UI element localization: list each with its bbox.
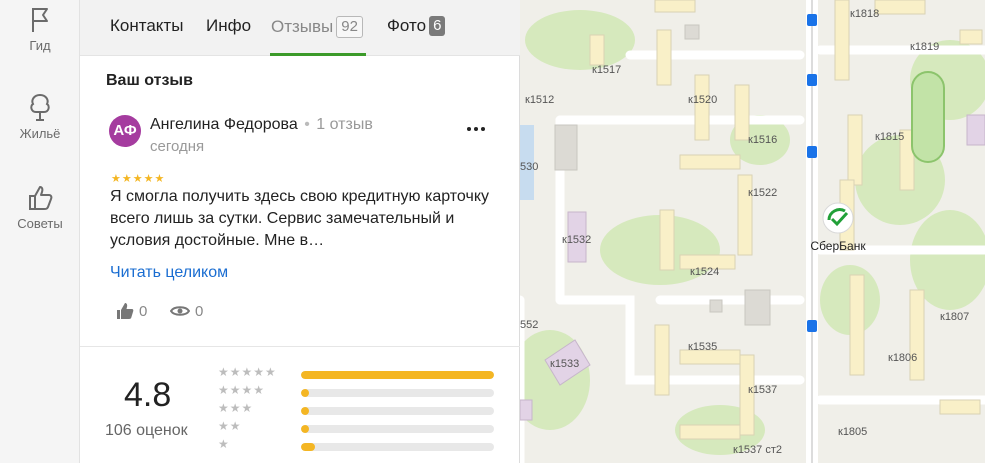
rating-bar-fill [301, 371, 494, 379]
more-options-button[interactable] [462, 114, 490, 142]
rating-row-stars: ★★★ [218, 401, 254, 415]
rating-row: ★ [218, 437, 508, 454]
rating-bar-fill [301, 389, 309, 397]
divider [80, 346, 520, 347]
likes-count: 0 [139, 302, 148, 320]
rating-row: ★★★★ [218, 383, 508, 400]
thumbs-up-icon [117, 303, 134, 319]
rating-row-stars: ★★★★★ [218, 365, 277, 379]
stadium [911, 71, 945, 163]
photos-count-badge: 6 [429, 16, 446, 36]
eye-icon [170, 306, 190, 316]
like-button[interactable]: 0 [116, 300, 147, 322]
read-more-link[interactable]: Читать целиком [110, 264, 228, 282]
rating-value: 4.8 [124, 376, 172, 414]
review-date: сегодня [150, 138, 205, 155]
flag-icon [32, 8, 48, 32]
author-review-count: 1 отзыв [316, 116, 373, 133]
rail-item-label: Жильё [19, 126, 61, 141]
views-count: 0 [195, 302, 204, 320]
building-label: к1520 [688, 94, 717, 106]
building-label: 552 [520, 319, 538, 331]
review-author: Ангелина Федорова • 1 отзыв [150, 116, 373, 133]
rating-bar-track [301, 389, 494, 397]
building-label: к1533 [550, 358, 579, 370]
rail-item-label: Советы [17, 216, 63, 231]
building-label: к1517 [592, 64, 621, 76]
building-label: к1516 [748, 134, 777, 146]
rating-row-stars: ★★ [218, 419, 242, 433]
tab-info[interactable]: Инфо [206, 16, 251, 36]
tab-photos[interactable]: Фото 6 [387, 16, 446, 36]
rating-row-stars: ★ [218, 437, 230, 451]
tab-reviews[interactable]: Отзывы 92 [271, 16, 363, 38]
author-name[interactable]: Ангелина Федорова [150, 116, 298, 133]
building-label: к1806 [888, 352, 917, 364]
review-stars: ★★★★★ [111, 173, 166, 185]
active-tab-indicator [270, 53, 366, 56]
rail-item-housing[interactable]: Жильё [0, 92, 80, 141]
building-label: к1815 [875, 131, 904, 143]
rail-item-label: Гид [29, 38, 51, 53]
rating-bar-track [301, 371, 494, 379]
building-label: к1805 [838, 426, 867, 438]
rating-count-label: 106 оценок [105, 422, 188, 439]
rating-bar-track [301, 407, 494, 415]
review-text: Я смогла получить здесь свою кредитную к… [110, 188, 489, 249]
rating-bar-track [301, 425, 494, 433]
left-rail: Гид Жильё Советы [0, 0, 80, 463]
building-label: 530 [520, 161, 538, 173]
building-label: к1537 [748, 384, 777, 396]
more-dots-icon [467, 127, 485, 131]
rail-item-guide[interactable]: Гид [0, 6, 80, 53]
building-label: к1524 [690, 266, 719, 278]
building-label: к1818 [850, 8, 879, 20]
views-indicator: 0 [170, 300, 203, 322]
rating-row: ★★★ [218, 401, 508, 418]
tab-contacts[interactable]: Контакты [110, 16, 183, 36]
building-label: к1807 [940, 311, 969, 323]
organization-panel: Контакты Инфо Отзывы 92 Фото 6 Ваш отзыв А… [80, 0, 520, 463]
tabs-bar: Контакты Инфо Отзывы 92 Фото 6 [80, 0, 520, 56]
rating-bar-fill [301, 425, 309, 433]
rating-bar-fill [301, 443, 315, 451]
rating-row: ★★ [218, 419, 508, 436]
sberbank-label: СберБанк [810, 239, 866, 253]
building-label: к1532 [562, 234, 591, 246]
building-label: к1522 [748, 187, 777, 199]
section-title: Ваш отзыв [106, 72, 193, 89]
map-canvas[interactable]: к1818 к1819 к1517 к1512 к1520 к1516 к1815 530 к1… [520, 0, 985, 463]
building-label: к1512 [525, 94, 554, 106]
avatar[interactable]: АФ [109, 115, 141, 147]
tree-icon [30, 93, 50, 121]
thumbs-up-icon [29, 186, 53, 210]
rating-bar-track [301, 443, 494, 451]
rating-row-stars: ★★★★ [218, 383, 266, 397]
rail-item-tips[interactable]: Советы [0, 184, 80, 231]
building-label: к1537 ст2 [733, 444, 782, 456]
building-label: к1535 [688, 341, 717, 353]
rating-bar-fill [301, 407, 309, 415]
reviews-count-badge: 92 [336, 16, 363, 38]
building-label: к1819 [910, 41, 939, 53]
rating-row: ★★★★★ [218, 365, 508, 382]
map-view[interactable]: к1818 к1819 к1517 к1512 к1520 к1516 к1815 530 к1… [520, 0, 985, 463]
